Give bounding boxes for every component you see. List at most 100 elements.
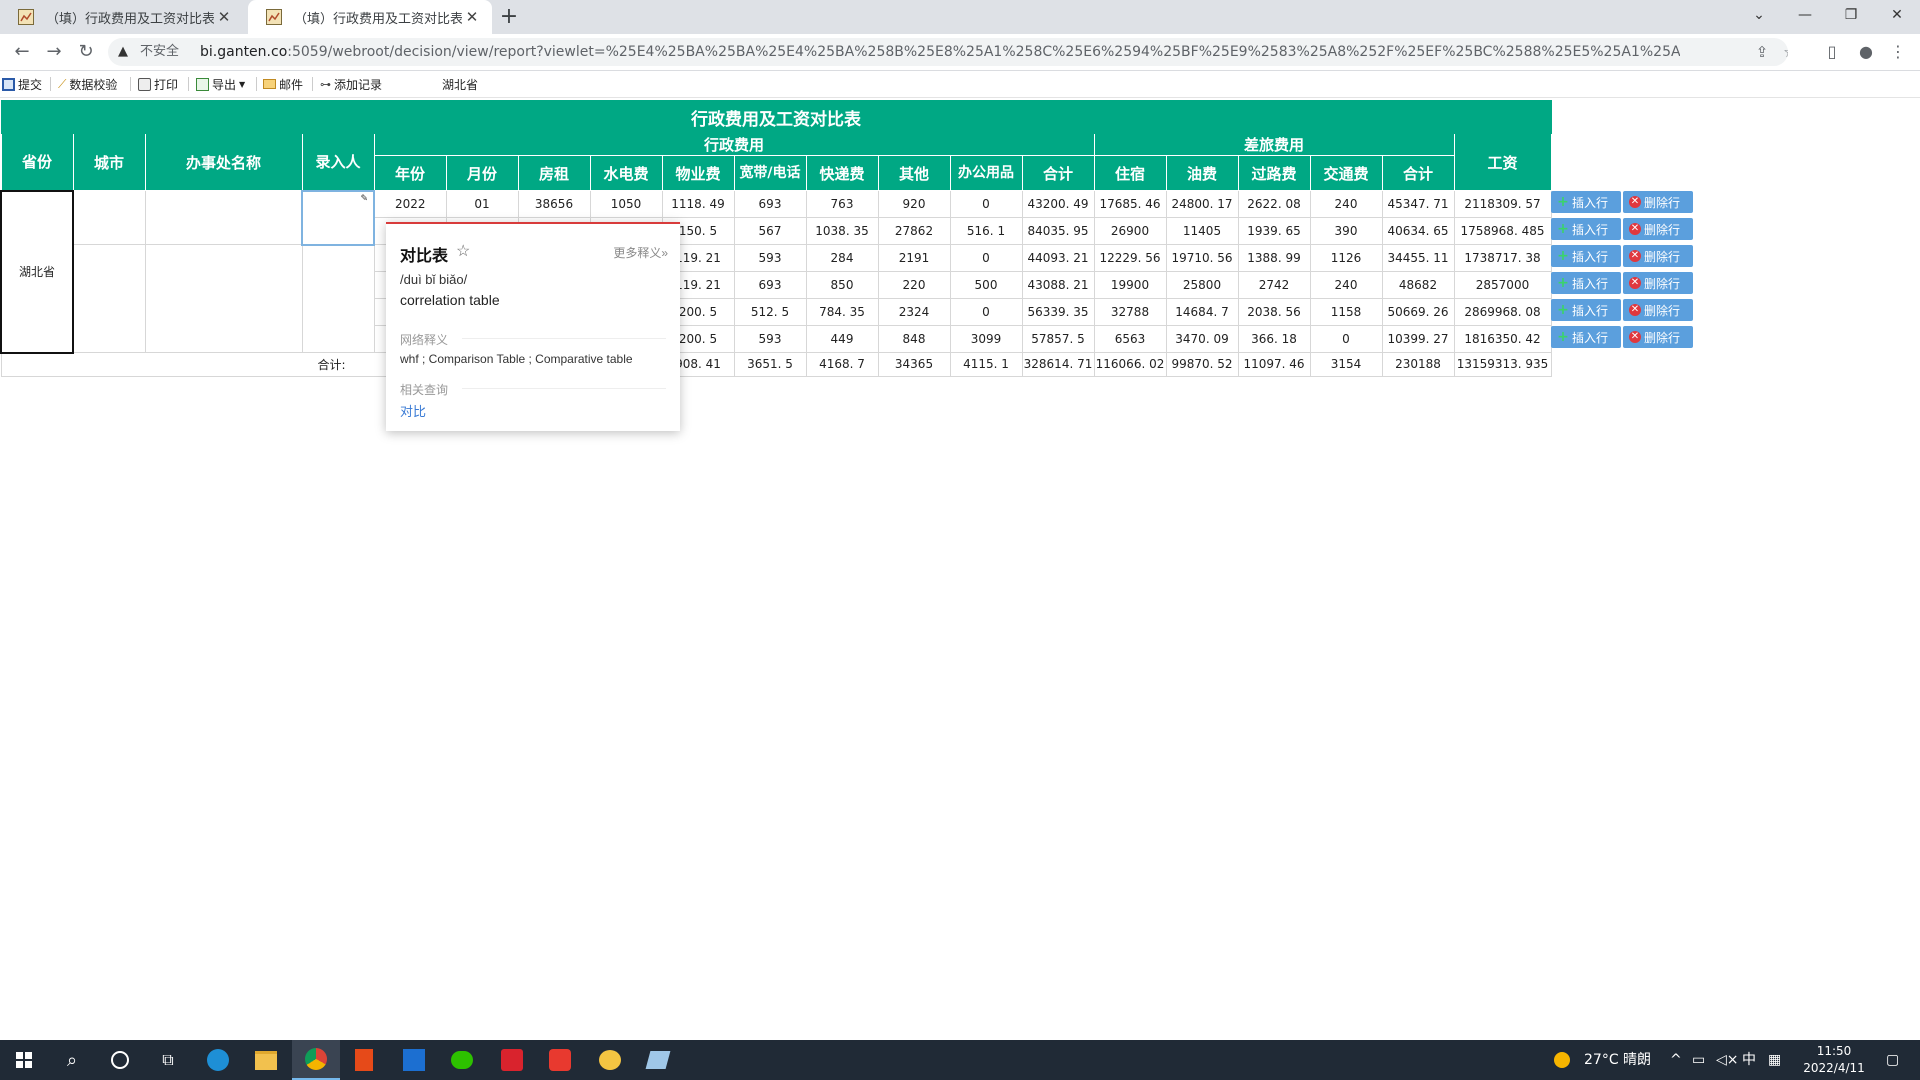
- start-windows-icon[interactable]: [0, 1040, 48, 1080]
- insert-row-button[interactable]: + 插入行: [1551, 272, 1621, 294]
- print-button[interactable]: 打印: [138, 75, 178, 93]
- cell-other[interactable]: 27862: [877, 217, 951, 245]
- cell-year[interactable]: 2022: [373, 190, 447, 218]
- cell-other[interactable]: 220: [877, 271, 951, 299]
- profile-avatar-icon[interactable]: ●: [1854, 40, 1878, 64]
- add-record-button[interactable]: ⊶ 添加记录: [320, 75, 382, 93]
- network-icon[interactable]: ▭: [1692, 1040, 1705, 1080]
- office-name-cell[interactable]: [144, 190, 303, 245]
- favorite-star-icon[interactable]: ☆: [456, 241, 470, 261]
- keyboard-grid-icon[interactable]: ▦: [1768, 1040, 1781, 1080]
- chevron-up-icon[interactable]: ^: [1670, 1040, 1682, 1080]
- cell-office-supplies[interactable]: 516. 1: [949, 217, 1023, 245]
- cell-fuel[interactable]: 11405: [1165, 217, 1239, 245]
- cell-month[interactable]: 01: [445, 190, 519, 218]
- back-arrow-icon[interactable]: ←: [10, 40, 34, 64]
- delete-row-button[interactable]: ✕ 删除行: [1623, 326, 1693, 348]
- cell-lodging[interactable]: 12229. 56: [1093, 244, 1167, 272]
- office-name-cell[interactable]: [144, 244, 303, 353]
- cell-fuel[interactable]: 24800. 17: [1165, 190, 1239, 218]
- cell-toll[interactable]: 2622. 08: [1237, 190, 1311, 218]
- cell-rent[interactable]: 38656: [517, 190, 591, 218]
- insert-row-button[interactable]: + 插入行: [1551, 191, 1621, 213]
- cell-toll[interactable]: 366. 18: [1237, 325, 1311, 353]
- cell-transport[interactable]: 240: [1309, 190, 1383, 218]
- new-tab-button[interactable]: +: [498, 6, 520, 28]
- cell-fuel[interactable]: 3470. 09: [1165, 325, 1239, 353]
- volume-muted-icon[interactable]: ◁×: [1716, 1040, 1739, 1080]
- ime-indicator[interactable]: 中: [1742, 1040, 1756, 1080]
- entry-person-cell[interactable]: ✎: [301, 189, 375, 246]
- cell-property[interactable]: 1118. 49: [661, 190, 735, 218]
- insert-row-button[interactable]: + 插入行: [1551, 218, 1621, 240]
- cell-utility[interactable]: 1050: [589, 190, 663, 218]
- delete-row-button[interactable]: ✕ 删除行: [1623, 272, 1693, 294]
- cell-toll[interactable]: 1388. 99: [1237, 244, 1311, 272]
- cell-broadband[interactable]: 567: [733, 217, 807, 245]
- bookmark-star-icon[interactable]: ☆: [1778, 38, 1788, 66]
- cell-lodging[interactable]: 17685. 46: [1093, 190, 1167, 218]
- cell-salary[interactable]: 2869968. 08: [1453, 298, 1552, 326]
- submit-button[interactable]: 提交: [2, 75, 42, 93]
- cell-other[interactable]: 848: [877, 325, 951, 353]
- cell-fuel[interactable]: 25800: [1165, 271, 1239, 299]
- cell-other[interactable]: 2324: [877, 298, 951, 326]
- cell-broadband[interactable]: 693: [733, 190, 807, 218]
- chrome-icon[interactable]: [292, 1040, 340, 1080]
- wechat-icon[interactable]: [438, 1040, 486, 1080]
- cell-other[interactable]: 2191: [877, 244, 951, 272]
- cell-other[interactable]: 920: [877, 190, 951, 218]
- insert-row-button[interactable]: + 插入行: [1551, 299, 1621, 321]
- cell-transport[interactable]: 0: [1309, 325, 1383, 353]
- cell-transport[interactable]: 1158: [1309, 298, 1383, 326]
- cell-toll[interactable]: 2038. 56: [1237, 298, 1311, 326]
- cell-lodging[interactable]: 19900: [1093, 271, 1167, 299]
- tab-close-icon[interactable]: ✕: [214, 8, 234, 26]
- cell-lodging[interactable]: 26900: [1093, 217, 1167, 245]
- mail-button[interactable]: 邮件: [263, 75, 303, 93]
- cell-salary[interactable]: 1758968. 485: [1453, 217, 1552, 245]
- cell-lodging[interactable]: 32788: [1093, 298, 1167, 326]
- cell-courier[interactable]: 449: [805, 325, 879, 353]
- delete-row-button[interactable]: ✕ 删除行: [1623, 191, 1693, 213]
- insert-row-button[interactable]: + 插入行: [1551, 245, 1621, 267]
- cell-toll[interactable]: 2742: [1237, 271, 1311, 299]
- cell-office-supplies[interactable]: 500: [949, 271, 1023, 299]
- cell-broadband[interactable]: 593: [733, 244, 807, 272]
- forward-arrow-icon[interactable]: →: [42, 40, 66, 64]
- cell-office-supplies[interactable]: 0: [949, 190, 1023, 218]
- tab-search-icon[interactable]: ⌄: [1736, 0, 1782, 30]
- delete-row-button[interactable]: ✕ 删除行: [1623, 299, 1693, 321]
- notepad-icon[interactable]: [634, 1040, 682, 1080]
- cell-office-supplies[interactable]: 0: [949, 298, 1023, 326]
- cell-transport[interactable]: 390: [1309, 217, 1383, 245]
- city-cell[interactable]: [72, 244, 146, 353]
- feishu-icon[interactable]: [390, 1040, 438, 1080]
- red-app-icon[interactable]: [488, 1040, 536, 1080]
- cell-fuel[interactable]: 14684. 7: [1165, 298, 1239, 326]
- clock[interactable]: 11:50 2022/4/11: [1796, 1043, 1872, 1077]
- office-icon[interactable]: [340, 1040, 388, 1080]
- cell-fuel[interactable]: 19710. 56: [1165, 244, 1239, 272]
- close-window-button[interactable]: ✕: [1874, 0, 1920, 30]
- notification-icon[interactable]: ▢: [1886, 1040, 1899, 1080]
- city-cell[interactable]: [72, 190, 146, 245]
- cell-salary[interactable]: 1816350. 42: [1453, 325, 1552, 353]
- warning-icon[interactable]: ▲: [118, 38, 128, 66]
- wps-icon[interactable]: [536, 1040, 584, 1080]
- cell-salary[interactable]: 1738717. 38: [1453, 244, 1552, 272]
- cell-broadband[interactable]: 593: [733, 325, 807, 353]
- minimize-button[interactable]: —: [1782, 0, 1828, 30]
- restore-button[interactable]: ❐: [1828, 0, 1874, 30]
- export-dropdown[interactable]: 导出 ▼: [196, 75, 245, 93]
- file-explorer-icon[interactable]: [242, 1040, 290, 1080]
- validate-button[interactable]: ⟋ 数据校验: [58, 75, 117, 93]
- cell-lodging[interactable]: 6563: [1093, 325, 1167, 353]
- url-input[interactable]: ▲ 不安全 bi.ganten.co:5059/webroot/decision…: [108, 38, 1788, 66]
- share-icon[interactable]: ⇪: [1750, 38, 1774, 66]
- cell-transport[interactable]: 240: [1309, 271, 1383, 299]
- browser-tab[interactable]: （填）行政费用及工资对比表 ✕: [0, 0, 244, 34]
- cell-courier[interactable]: 284: [805, 244, 879, 272]
- cell-broadband[interactable]: 512. 5: [733, 298, 807, 326]
- insert-row-button[interactable]: + 插入行: [1551, 326, 1621, 348]
